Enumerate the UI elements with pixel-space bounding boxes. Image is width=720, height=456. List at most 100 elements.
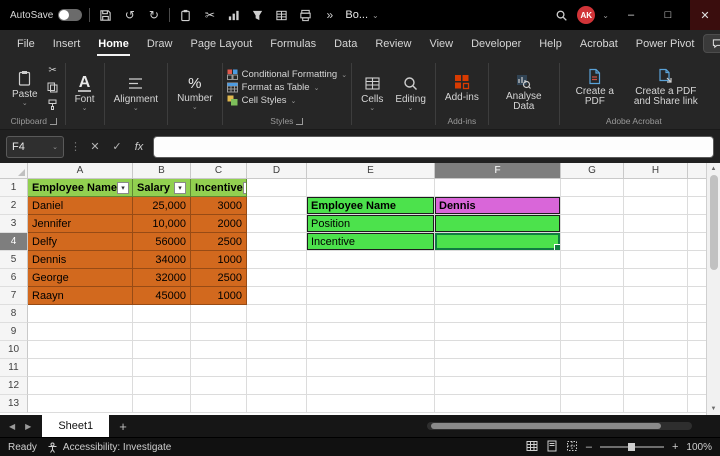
cell-E5[interactable] bbox=[307, 251, 435, 269]
menu-tab-draw[interactable]: Draw bbox=[138, 30, 182, 57]
cell-A5[interactable]: Dennis bbox=[28, 251, 133, 269]
formula-bar-grip[interactable]: ⋮ bbox=[70, 140, 81, 153]
clipboard-icon[interactable] bbox=[177, 7, 194, 24]
cell-D13[interactable] bbox=[247, 395, 307, 413]
menu-tab-review[interactable]: Review bbox=[366, 30, 420, 57]
cell-E1[interactable] bbox=[307, 179, 435, 197]
cell-A3[interactable]: Jennifer bbox=[28, 215, 133, 233]
cell-D9[interactable] bbox=[247, 323, 307, 341]
cell-B13[interactable] bbox=[133, 395, 191, 413]
cell-H13[interactable] bbox=[624, 395, 688, 413]
column-header-H[interactable]: H bbox=[624, 163, 688, 179]
more-commands-icon[interactable]: » bbox=[321, 7, 338, 24]
cell-F12[interactable] bbox=[435, 377, 561, 395]
cell-D7[interactable] bbox=[247, 287, 307, 305]
scroll-up-icon[interactable]: ▲ bbox=[711, 163, 717, 175]
format-painter-button[interactable] bbox=[45, 98, 61, 112]
cell-F6[interactable] bbox=[435, 269, 561, 287]
cell-D2[interactable] bbox=[247, 197, 307, 215]
cell-H4[interactable] bbox=[624, 233, 688, 251]
cut-icon[interactable]: ✂ bbox=[201, 7, 218, 24]
cell-C12[interactable] bbox=[191, 377, 247, 395]
cut-button[interactable]: ✂ bbox=[45, 64, 61, 78]
row-header-5[interactable]: 5 bbox=[0, 251, 28, 269]
cell-B4[interactable]: 56000 bbox=[133, 233, 191, 251]
sheet-nav-left-icon[interactable]: ◀ bbox=[6, 422, 18, 431]
cell-D10[interactable] bbox=[247, 341, 307, 359]
row-header-9[interactable]: 9 bbox=[0, 323, 28, 341]
menu-tab-help[interactable]: Help bbox=[530, 30, 571, 57]
cell-H7[interactable] bbox=[624, 287, 688, 305]
menu-tab-view[interactable]: View bbox=[420, 30, 462, 57]
cell-D4[interactable] bbox=[247, 233, 307, 251]
cell-D3[interactable] bbox=[247, 215, 307, 233]
cell-C10[interactable] bbox=[191, 341, 247, 359]
cell-D8[interactable] bbox=[247, 305, 307, 323]
cell-H9[interactable] bbox=[624, 323, 688, 341]
cell-D1[interactable] bbox=[247, 179, 307, 197]
cell-C1[interactable]: Incentive▾ bbox=[191, 179, 247, 197]
vertical-scroll-thumb[interactable] bbox=[710, 175, 718, 270]
page-layout-view-icon[interactable] bbox=[546, 440, 558, 455]
alignment-button[interactable]: Alignment ⌄ bbox=[109, 73, 163, 113]
cell-G8[interactable] bbox=[561, 305, 624, 323]
search-icon[interactable] bbox=[553, 7, 570, 24]
cell-G6[interactable] bbox=[561, 269, 624, 287]
cell-A11[interactable] bbox=[28, 359, 133, 377]
save-icon[interactable] bbox=[97, 7, 114, 24]
cell-A6[interactable]: George bbox=[28, 269, 133, 287]
cell-H10[interactable] bbox=[624, 341, 688, 359]
cell-C8[interactable] bbox=[191, 305, 247, 323]
create-pdf-share-button[interactable]: Create a PDF and Share link bbox=[628, 66, 704, 109]
cell-B9[interactable] bbox=[133, 323, 191, 341]
cell-F7[interactable] bbox=[435, 287, 561, 305]
cell-B11[interactable] bbox=[133, 359, 191, 377]
filter-button-A1[interactable]: ▾ bbox=[117, 182, 129, 194]
select-all-corner[interactable] bbox=[0, 163, 28, 179]
column-header-G[interactable]: G bbox=[561, 163, 624, 179]
cell-E8[interactable] bbox=[307, 305, 435, 323]
cell-A12[interactable] bbox=[28, 377, 133, 395]
cell-C6[interactable]: 2500 bbox=[191, 269, 247, 287]
horizontal-scrollbar[interactable] bbox=[427, 422, 692, 430]
vertical-scrollbar[interactable]: ▲ ▼ bbox=[706, 163, 720, 415]
cell-styles-button[interactable]: Cell Styles ⌄ bbox=[227, 95, 347, 106]
cell-C9[interactable] bbox=[191, 323, 247, 341]
cell-D12[interactable] bbox=[247, 377, 307, 395]
cell-G5[interactable] bbox=[561, 251, 624, 269]
column-header-B[interactable]: B bbox=[133, 163, 191, 179]
menu-tab-home[interactable]: Home bbox=[89, 30, 138, 57]
column-header-F[interactable]: F bbox=[435, 163, 561, 179]
number-button[interactable]: % Number ⌄ bbox=[172, 74, 218, 112]
column-header-D[interactable]: D bbox=[247, 163, 307, 179]
cell-G11[interactable] bbox=[561, 359, 624, 377]
row-header-12[interactable]: 12 bbox=[0, 377, 28, 395]
menu-tab-formulas[interactable]: Formulas bbox=[261, 30, 325, 57]
cell-H8[interactable] bbox=[624, 305, 688, 323]
cell-A10[interactable] bbox=[28, 341, 133, 359]
row-header-8[interactable]: 8 bbox=[0, 305, 28, 323]
cell-H6[interactable] bbox=[624, 269, 688, 287]
insert-function-icon[interactable]: fx bbox=[131, 141, 147, 153]
column-header-A[interactable]: A bbox=[28, 163, 133, 179]
cell-E2[interactable]: Employee Name bbox=[307, 197, 435, 215]
cell-C4[interactable]: 2500 bbox=[191, 233, 247, 251]
cell-C3[interactable]: 2000 bbox=[191, 215, 247, 233]
zoom-slider-thumb[interactable] bbox=[628, 443, 635, 451]
cell-G4[interactable] bbox=[561, 233, 624, 251]
cell-H12[interactable] bbox=[624, 377, 688, 395]
row-header-4[interactable]: 4 bbox=[0, 233, 28, 251]
row-header-6[interactable]: 6 bbox=[0, 269, 28, 287]
cell-B5[interactable]: 34000 bbox=[133, 251, 191, 269]
cell-B2[interactable]: 25,000 bbox=[133, 197, 191, 215]
cell-G3[interactable] bbox=[561, 215, 624, 233]
cell-F9[interactable] bbox=[435, 323, 561, 341]
normal-view-icon[interactable] bbox=[526, 440, 538, 455]
cell-D6[interactable] bbox=[247, 269, 307, 287]
cell-B10[interactable] bbox=[133, 341, 191, 359]
cell-F3[interactable] bbox=[435, 215, 561, 233]
cell-D11[interactable] bbox=[247, 359, 307, 377]
cell-E6[interactable] bbox=[307, 269, 435, 287]
cell-E3[interactable]: Position bbox=[307, 215, 435, 233]
column-header-C[interactable]: C bbox=[191, 163, 247, 179]
